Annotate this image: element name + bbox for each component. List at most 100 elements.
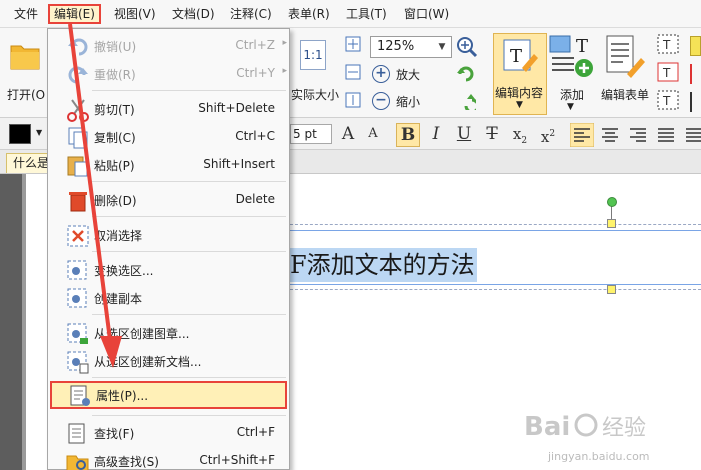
- menu-item-delete[interactable]: 删除(D) Delete: [48, 186, 289, 214]
- menu-comment[interactable]: 注释(C): [226, 4, 276, 24]
- edit-form-label[interactable]: 编辑表单: [601, 86, 649, 103]
- document-text[interactable]: F添加文本的方法: [290, 248, 477, 282]
- cut-icon: [67, 99, 89, 122]
- svg-text:T: T: [662, 66, 671, 80]
- menu-form[interactable]: 表单(R): [284, 4, 334, 24]
- paste-icon: [67, 156, 88, 177]
- menu-tools[interactable]: 工具(T): [342, 4, 391, 24]
- text-box-icon[interactable]: T: [657, 62, 679, 82]
- subscript-button[interactable]: x2: [508, 123, 532, 147]
- new-document-from-selection-icon: [67, 351, 89, 374]
- align-justify-icon[interactable]: [654, 123, 678, 147]
- callout-icon[interactable]: T: [657, 90, 679, 110]
- menu-window[interactable]: 窗口(W): [400, 4, 453, 24]
- align-center-icon[interactable]: [598, 123, 622, 147]
- rotate-left-icon[interactable]: [456, 64, 476, 84]
- menu-item-properties[interactable]: 属性(P)...: [50, 381, 287, 409]
- folder-open-icon[interactable]: [10, 40, 40, 72]
- bold-button[interactable]: B: [396, 123, 420, 147]
- zoom-magnifier-icon[interactable]: [456, 36, 478, 58]
- menu-item-advanced-find[interactable]: 高级查找(S) Ctrl+Shift+F: [48, 447, 289, 470]
- menu-separator: [92, 216, 286, 217]
- fit-visible-icon[interactable]: [345, 92, 361, 108]
- chevron-down-icon[interactable]: ▼: [435, 39, 449, 55]
- chevron-down-icon[interactable]: ▼: [36, 128, 42, 137]
- resize-handle-bottom[interactable]: [607, 285, 616, 294]
- properties-icon: [70, 385, 90, 406]
- line-icon[interactable]: [690, 64, 701, 84]
- actual-size-icon[interactable]: 1:1: [300, 40, 326, 70]
- zoom-in-icon[interactable]: +: [372, 65, 390, 83]
- menu-item-copy[interactable]: 复制(C) Ctrl+C: [48, 123, 289, 151]
- font-size-input[interactable]: 5 pt: [290, 124, 332, 144]
- open-label[interactable]: 打开(O: [7, 86, 45, 103]
- rotation-handle[interactable]: [607, 197, 617, 207]
- zoom-value: 125%: [377, 39, 415, 54]
- italic-button[interactable]: I: [424, 123, 448, 147]
- text-color-swatch[interactable]: [9, 124, 31, 144]
- strikethrough-button[interactable]: T: [480, 123, 504, 147]
- stamp-from-selection-icon: [67, 323, 88, 344]
- chevron-down-icon[interactable]: ▼: [567, 102, 574, 112]
- zoom-out-label[interactable]: 缩小: [396, 93, 420, 110]
- decrease-font-icon[interactable]: A: [361, 123, 385, 147]
- chevron-down-icon: ▼: [516, 100, 523, 110]
- menu-item-transform-selection[interactable]: 变换选区...: [48, 256, 289, 284]
- menu-item-new-document-from-selection[interactable]: 从选区创建新文档...: [48, 347, 289, 375]
- align-more-icon[interactable]: [682, 123, 701, 147]
- deselect-icon: [67, 225, 89, 247]
- zoom-select[interactable]: 125% ▼: [370, 36, 452, 58]
- menu-item-cut[interactable]: 剪切(T) Shift+Delete: [48, 95, 289, 123]
- menu-item-create-copy[interactable]: 创建副本: [48, 284, 289, 312]
- find-icon: [68, 423, 85, 444]
- menu-item-redo[interactable]: 重做(R) Ctrl+Y ▸: [48, 60, 289, 88]
- menu-edit[interactable]: 编辑(E): [48, 4, 101, 24]
- menubar: 文件 编辑(E) 视图(V) 文档(D) 注释(C) 表单(R) 工具(T) 窗…: [0, 0, 701, 28]
- menu-document[interactable]: 文档(D): [168, 4, 219, 24]
- zoom-out-icon[interactable]: −: [372, 92, 390, 110]
- arrow-tool-icon[interactable]: [690, 92, 701, 112]
- svg-text:T: T: [576, 36, 588, 57]
- svg-text:Bai: Bai: [524, 412, 570, 442]
- menu-item-paste[interactable]: 粘贴(P) Shift+Insert: [48, 151, 289, 179]
- increase-font-icon[interactable]: A: [336, 123, 360, 147]
- edit-content-button[interactable]: T 编辑内容 ▼: [493, 33, 547, 115]
- fit-width-icon[interactable]: [345, 64, 361, 80]
- menu-separator: [92, 251, 286, 252]
- redo-icon: [68, 66, 88, 84]
- menu-item-find[interactable]: 查找(F) Ctrl+F: [48, 419, 289, 447]
- menu-separator: [92, 181, 286, 182]
- menu-item-deselect[interactable]: 取消选择: [48, 221, 289, 249]
- underline-button[interactable]: U: [452, 123, 476, 147]
- zoom-in-label[interactable]: 放大: [396, 66, 420, 83]
- note-icon[interactable]: [690, 36, 701, 56]
- edit-text-icon: T: [503, 39, 538, 72]
- actual-size-label[interactable]: 实际大小: [291, 86, 339, 103]
- edit-form-icon[interactable]: [605, 34, 645, 80]
- undo-icon: [68, 38, 88, 56]
- watermark-url: jingyan.baidu.com: [548, 450, 650, 463]
- menu-file[interactable]: 文件: [10, 4, 42, 24]
- menu-separator: [92, 377, 286, 378]
- transform-selection-icon: [67, 260, 87, 280]
- add-content-icon[interactable]: T: [548, 34, 596, 80]
- svg-text:T: T: [662, 38, 671, 52]
- menu-item-undo[interactable]: 撤销(U) Ctrl+Z ▸: [48, 32, 289, 60]
- align-left-icon[interactable]: [570, 123, 594, 147]
- align-right-icon[interactable]: [626, 123, 650, 147]
- svg-text:经验: 经验: [602, 416, 646, 441]
- menu-view[interactable]: 视图(V): [110, 4, 160, 24]
- svg-text:T: T: [662, 94, 671, 108]
- menu-separator: [92, 415, 286, 416]
- superscript-button[interactable]: x2: [536, 123, 560, 147]
- submenu-arrow-icon: ▸: [282, 38, 287, 48]
- menu-item-stamp-from-selection[interactable]: 从选区创建图章...: [48, 319, 289, 347]
- advanced-find-icon: [66, 455, 89, 470]
- add-label[interactable]: 添加: [560, 86, 584, 103]
- page-gutter: [0, 174, 22, 470]
- fit-page-icon[interactable]: [345, 36, 361, 52]
- resize-handle-top[interactable]: [607, 219, 616, 228]
- text-object-border: [290, 284, 701, 285]
- rotate-right-icon[interactable]: [456, 90, 476, 110]
- text-field-icon[interactable]: T: [657, 34, 679, 54]
